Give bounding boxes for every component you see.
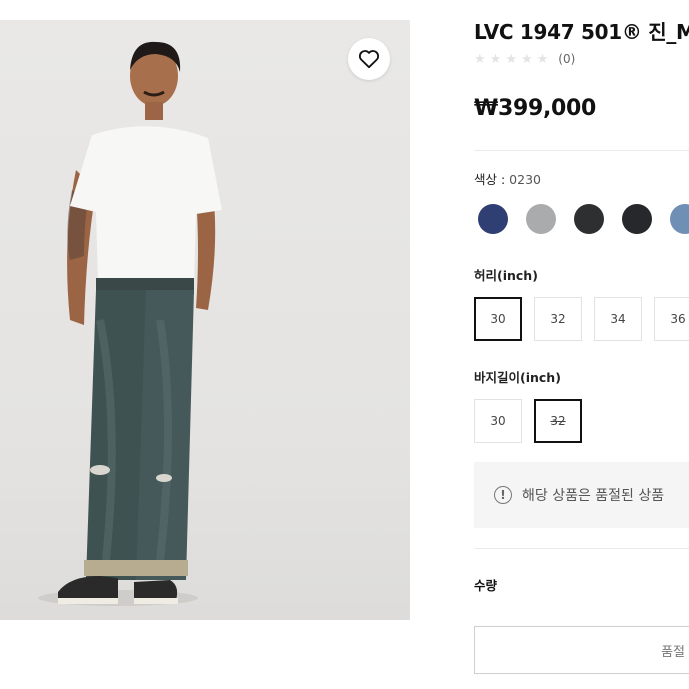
color-swatch-navy[interactable] xyxy=(478,204,508,234)
color-label-text: 색상 : xyxy=(474,172,506,187)
length-option-30[interactable]: 30 xyxy=(474,399,522,443)
waist-option-34[interactable]: 34 xyxy=(594,297,642,341)
star-icon: ★ xyxy=(489,51,502,67)
waist-option-label: 36 xyxy=(670,312,686,326)
star-icon: ★ xyxy=(474,51,486,67)
length-options: 30 32 xyxy=(474,399,582,443)
color-swatch-light-blue[interactable] xyxy=(670,204,689,234)
notice-text: 해당 상품은 품절된 상품 xyxy=(522,488,665,504)
waist-option-30[interactable]: 30 xyxy=(474,297,522,341)
color-swatch-charcoal[interactable] xyxy=(574,204,604,234)
waist-options: 30 32 34 36 xyxy=(474,297,689,341)
divider xyxy=(474,150,689,151)
star-icon: ★ xyxy=(505,51,517,67)
length-label: 바지길이(inch) xyxy=(474,370,561,385)
color-swatch-black[interactable] xyxy=(622,204,652,234)
star-icon: ★ xyxy=(520,51,533,67)
waist-label: 허리(inch) xyxy=(474,268,538,283)
length-option-label: 32 xyxy=(550,414,566,428)
color-swatches xyxy=(478,204,689,234)
waist-option-label: 32 xyxy=(550,312,566,326)
rating: ★ ★ ★ ★ ★ (0) xyxy=(474,52,575,66)
review-count[interactable]: (0) xyxy=(558,52,575,66)
color-swatch-light-gray[interactable] xyxy=(526,204,556,234)
length-option-label: 30 xyxy=(490,414,506,428)
waist-option-label: 30 xyxy=(490,312,506,326)
product-price: ₩399,000 xyxy=(474,96,597,121)
quantity-label: 수량 xyxy=(474,578,498,593)
color-value: 0230 xyxy=(509,172,541,187)
info-icon: ! xyxy=(494,486,512,504)
product-image xyxy=(0,20,410,620)
star-icon: ★ xyxy=(536,51,549,67)
color-label: 색상 : 0230 xyxy=(474,169,541,188)
heart-icon xyxy=(358,50,380,69)
length-option-32[interactable]: 32 xyxy=(534,399,582,443)
divider xyxy=(474,548,689,549)
waist-option-32[interactable]: 32 xyxy=(534,297,582,341)
waist-option-36[interactable]: 36 xyxy=(654,297,689,341)
sold-out-button[interactable]: 품절 xyxy=(474,626,689,674)
waist-option-label: 34 xyxy=(610,312,626,326)
sold-out-button-label: 품절 xyxy=(661,644,685,660)
product-title: LVC 1947 501® 진_ME xyxy=(474,20,689,44)
wishlist-button[interactable] xyxy=(348,38,390,80)
model-illustration xyxy=(38,41,222,606)
sold-out-notice: ! 해당 상품은 품절된 상품 xyxy=(474,462,689,528)
